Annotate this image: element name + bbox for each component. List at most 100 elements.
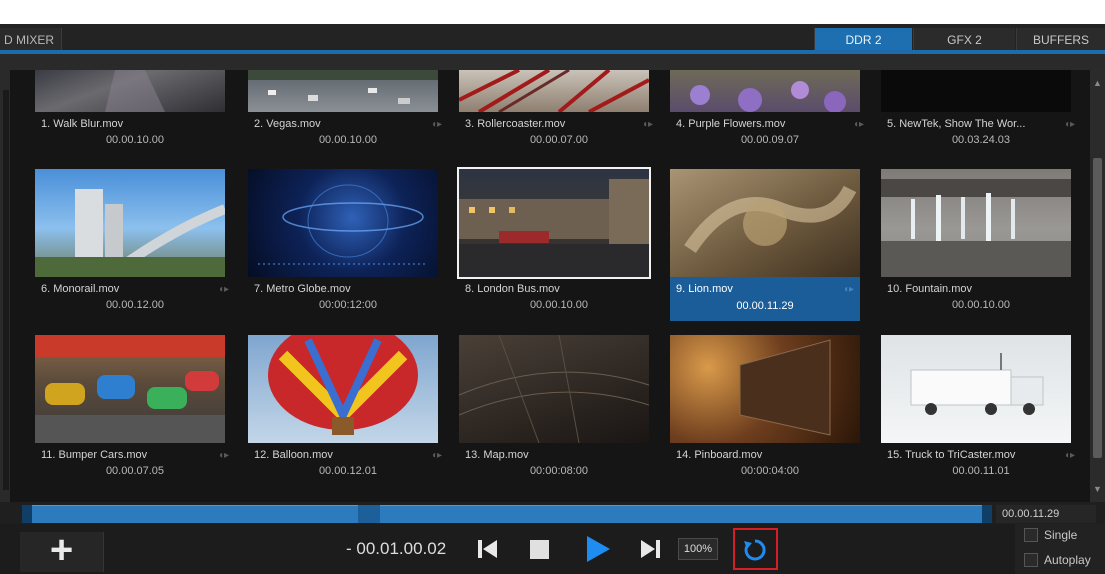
clip-duration: 00.03.24.03 [951, 134, 1011, 146]
speaker-icon: ◖▸ [430, 450, 442, 461]
clip-item-14[interactable]: 14. Pinboard.mov 00:00:04:00 [670, 449, 870, 505]
clip-duration: 00.00.09.07 [740, 134, 800, 146]
clip-duration: 00.00.07.00 [529, 134, 589, 146]
clip-duration: 00.00.10.00 [318, 134, 378, 146]
clip-name: 4. Purple Flowers.mov [676, 118, 786, 130]
tab-mixer[interactable]: D MIXER [0, 28, 62, 52]
clip-thumbnail-11[interactable] [35, 335, 225, 443]
clip-thumbnail-8[interactable] [457, 167, 651, 279]
clip-item-10[interactable]: 10. Fountain.mov 00.00.10.00 [881, 283, 1081, 339]
clip-duration: 00.00.11.29 [736, 300, 794, 312]
clip-name: 14. Pinboard.mov [676, 449, 763, 461]
trim-track[interactable] [22, 505, 992, 523]
playhead-marker[interactable] [358, 505, 380, 523]
clip-name: 3. Rollercoaster.mov [465, 118, 566, 130]
clip-thumbnail-2[interactable] [248, 70, 438, 112]
previous-clip-icon[interactable] [475, 534, 501, 564]
clip-thumbnail-9[interactable] [670, 169, 860, 277]
clip-item-9-selected[interactable]: 9. Lion.mov ◖▸ 00.00.11.29 [670, 277, 860, 321]
clip-item-3[interactable]: 3. Rollercoaster.mov ◖▸ 00.00.07.00 [459, 118, 659, 174]
clip-name: 1. Walk Blur.mov [41, 118, 124, 130]
tab-gfx2[interactable]: GFX 2 [913, 28, 1015, 52]
speaker-icon: ◖▸ [217, 284, 229, 295]
transport-bar: + - 00.01.00.02 100% Single Autoplay [0, 524, 1105, 574]
clip-thumbnail-15[interactable] [881, 335, 1071, 443]
out-point-handle[interactable] [982, 505, 992, 523]
clip-item-2[interactable]: 2. Vegas.mov ◖▸ 00.00.10.00 [248, 118, 448, 174]
clip-thumbnail-1[interactable] [35, 70, 225, 112]
clip-item-8[interactable]: 8. London Bus.mov 00.00.10.00 [459, 283, 659, 339]
next-clip-icon[interactable] [638, 534, 664, 564]
clip-name: 11. Bumper Cars.mov [41, 449, 148, 461]
in-point-handle[interactable] [22, 505, 32, 523]
single-checkbox[interactable] [1024, 528, 1038, 542]
clip-item-5[interactable]: 5. NewTek, Show The Wor... ◖▸ 00.03.24.0… [881, 118, 1081, 174]
clip-name: 13. Map.mov [465, 449, 529, 461]
clip-duration: 00.00.10.00 [529, 299, 589, 311]
single-label: Single [1044, 528, 1078, 542]
clip-item-1[interactable]: 1. Walk Blur.mov 00.00.10.00 [35, 118, 235, 174]
speaker-icon: ◖▸ [1063, 119, 1075, 130]
clip-name: 7. Metro Globe.mov [254, 283, 351, 295]
clip-duration: 00.00.11.01 [952, 465, 1010, 477]
clip-item-11[interactable]: 11. Bumper Cars.mov ◖▸ 00.00.07.05 [35, 449, 235, 505]
window-top-margin [0, 0, 1105, 24]
stop-icon[interactable] [528, 534, 552, 564]
clip-name: 5. NewTek, Show The Wor... [887, 118, 1026, 130]
clip-thumbnail-5[interactable] [881, 70, 1071, 112]
clip-duration: 00.00.12.00 [105, 299, 165, 311]
loop-icon[interactable] [742, 537, 768, 563]
playback-speed-field[interactable]: 100% [678, 538, 718, 560]
autoplay-label: Autoplay [1044, 553, 1091, 567]
clip-item-15[interactable]: 15. Truck to TriCaster.mov ◖▸ 00.00.11.0… [881, 449, 1081, 505]
clip-name: 8. London Bus.mov [465, 283, 560, 295]
speaker-icon: ◖▸ [430, 119, 442, 130]
clip-name: 12. Balloon.mov [254, 449, 333, 461]
clip-duration: 00:00:08:00 [529, 465, 589, 477]
clip-thumbnail-4[interactable] [670, 70, 860, 112]
clip-duration: 00.00.10.00 [951, 299, 1011, 311]
clip-item-6[interactable]: 6. Monorail.mov ◖▸ 00.00.12.00 [35, 283, 235, 339]
tab-ddr2[interactable]: DDR 2 [814, 28, 912, 52]
clip-name: 10. Fountain.mov [887, 283, 972, 295]
scroll-up-icon[interactable]: ▲ [1093, 78, 1102, 88]
clip-duration: 00:00:04:00 [740, 465, 800, 477]
clip-item-13[interactable]: 13. Map.mov 00:00:08:00 [459, 449, 659, 505]
clip-duration: 00.00.10.00 [105, 134, 165, 146]
clip-thumbnail-14[interactable] [670, 335, 860, 443]
autoplay-checkbox[interactable] [1024, 553, 1038, 567]
clip-duration: 00.00.12.01 [318, 465, 378, 477]
clip-thumbnail-10[interactable] [881, 169, 1071, 277]
timecode-remaining: - 00.01.00.02 [346, 539, 447, 558]
speaker-icon: ◖▸ [852, 119, 864, 130]
bin-scrollbar[interactable]: ▲ ▼ [1090, 70, 1105, 502]
media-bin: 1. Walk Blur.mov 00.00.10.00 2. Vegas.mo… [0, 70, 1105, 502]
scroll-down-icon[interactable]: ▼ [1093, 484, 1102, 494]
clip-trim-bar: 00.00.11.29 [0, 502, 1105, 524]
clip-thumbnail-7[interactable] [248, 169, 438, 277]
speaker-icon: ◖▸ [1063, 450, 1075, 461]
scrollbar-thumb[interactable] [1093, 158, 1102, 458]
play-icon[interactable] [584, 534, 612, 564]
clip-thumbnail-12[interactable] [248, 335, 438, 443]
clip-item-4[interactable]: 4. Purple Flowers.mov ◖▸ 00.00.09.07 [670, 118, 870, 174]
clip-thumbnail-3[interactable] [459, 70, 649, 112]
clip-name: 6. Monorail.mov [41, 283, 120, 295]
tab-buffers[interactable]: BUFFERS [1016, 28, 1105, 52]
clip-item-12[interactable]: 12. Balloon.mov ◖▸ 00.00.12.01 [248, 449, 448, 505]
clip-name: 2. Vegas.mov [254, 118, 321, 130]
speaker-icon: ◖▸ [842, 284, 854, 295]
bin-left-edge [0, 70, 10, 502]
clip-thumbnail-6[interactable] [35, 169, 225, 277]
clip-time-display: 00.00.11.29 [996, 505, 1096, 523]
add-media-button[interactable]: + [20, 530, 104, 572]
clip-name: 15. Truck to TriCaster.mov [887, 449, 1016, 461]
clip-duration: 00.00.07.05 [105, 465, 165, 477]
speaker-icon: ◖▸ [217, 450, 229, 461]
clip-item-7[interactable]: 7. Metro Globe.mov 00:00:12:00 [248, 283, 448, 339]
clip-name: 9. Lion.mov [676, 283, 733, 295]
speaker-icon: ◖▸ [641, 119, 653, 130]
clip-thumbnail-13[interactable] [459, 335, 649, 443]
clip-duration: 00:00:12:00 [318, 299, 378, 311]
sub-header-bar [0, 54, 1105, 70]
